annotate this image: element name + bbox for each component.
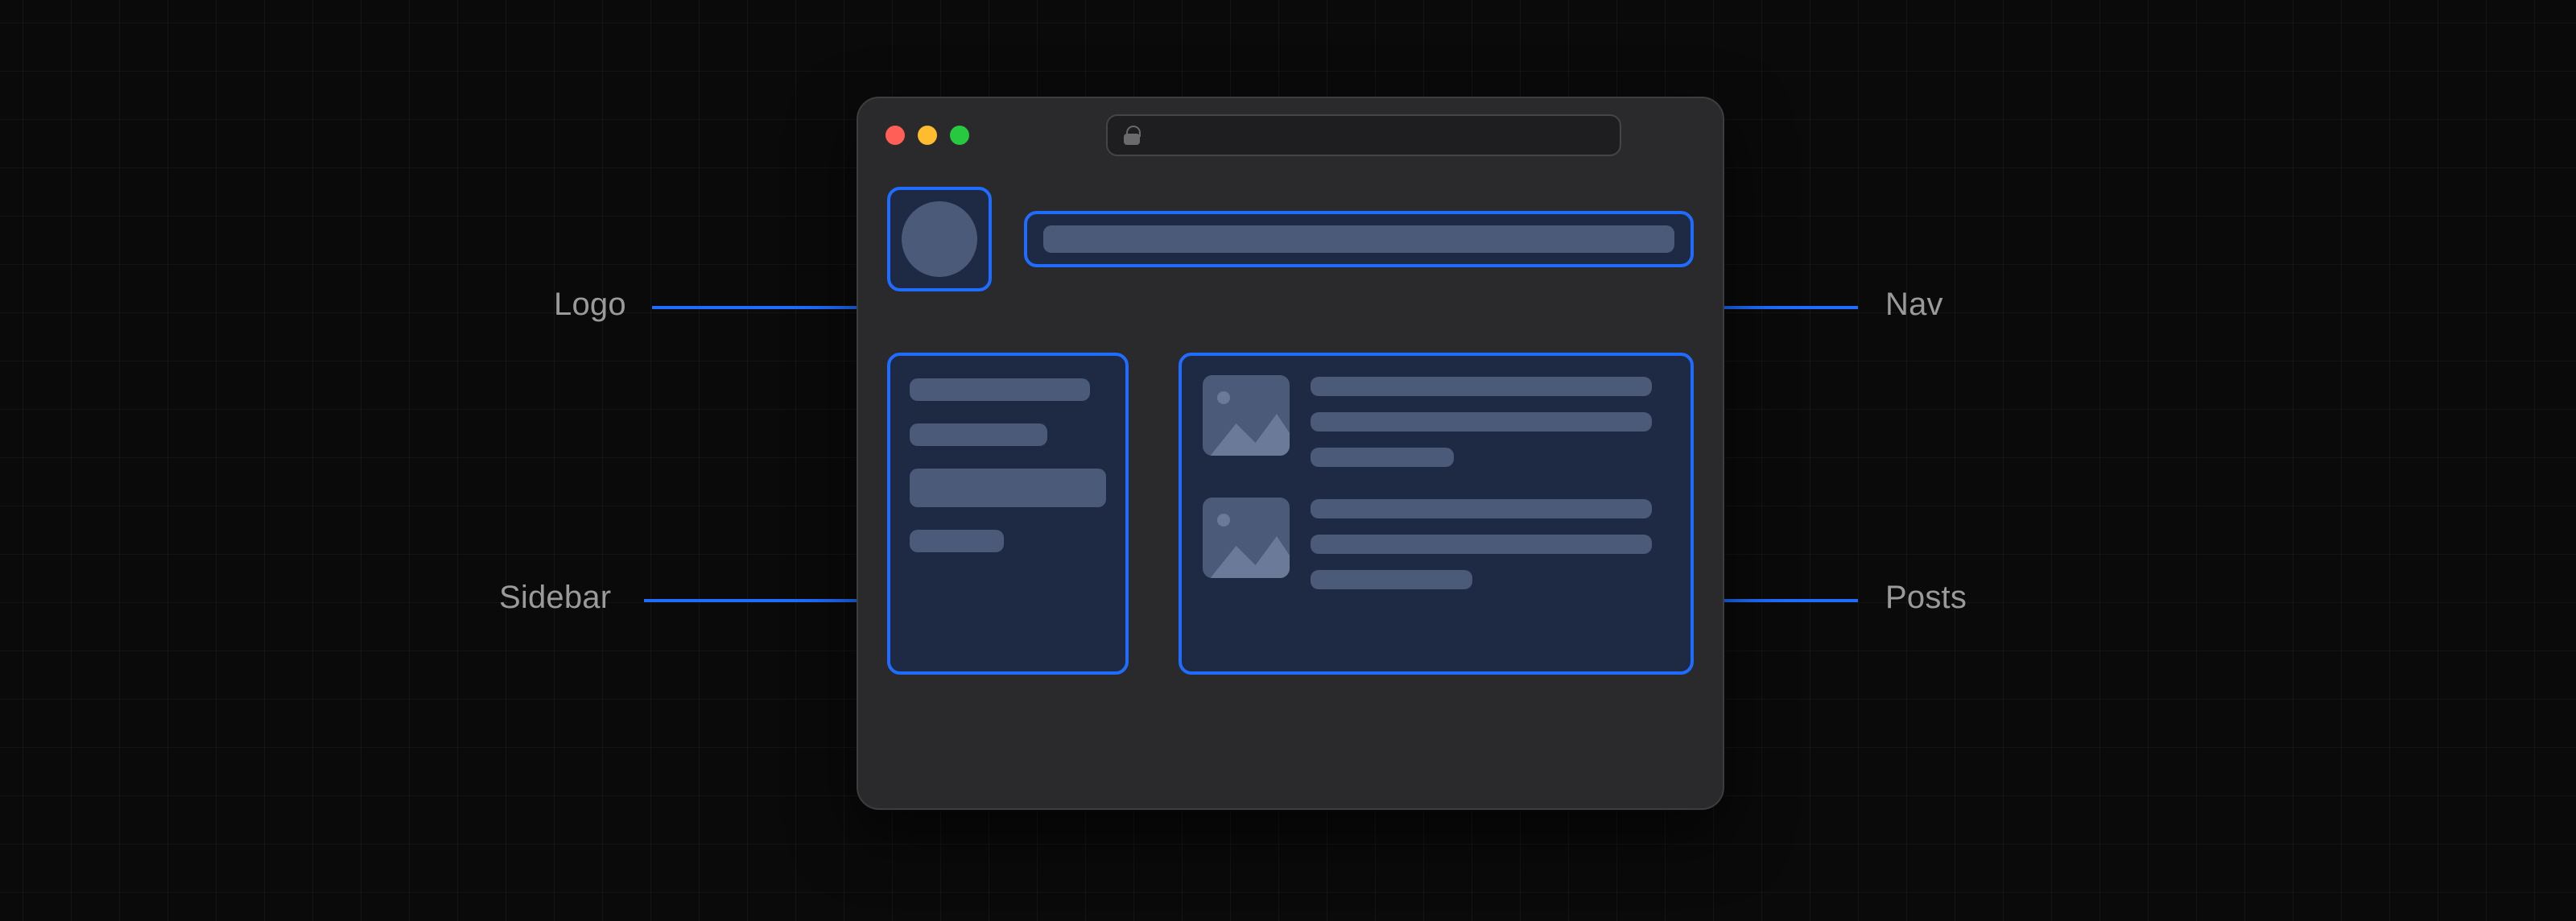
post-item [1203, 498, 1670, 589]
sidebar-region [887, 353, 1129, 675]
diagram-stage: Logo Sidebar Nav Posts [0, 0, 2576, 921]
sidebar-item-placeholder [910, 378, 1090, 401]
logo-region [887, 187, 992, 291]
nav-bar-placeholder [1043, 225, 1674, 253]
traffic-lights [886, 126, 969, 145]
sidebar-item-placeholder [910, 423, 1047, 446]
annotation-label-logo: Logo [554, 287, 626, 323]
lock-icon [1124, 126, 1140, 145]
minimize-icon[interactable] [918, 126, 937, 145]
post-text-placeholder [1311, 498, 1670, 589]
text-line-placeholder [1311, 448, 1454, 467]
nav-region [1024, 211, 1694, 267]
text-line-placeholder [1311, 377, 1652, 396]
text-line-placeholder [1311, 412, 1652, 432]
url-bar[interactable] [1106, 114, 1621, 156]
annotation-label-posts: Posts [1885, 580, 1967, 616]
posts-region [1179, 353, 1694, 675]
browser-window [857, 97, 1724, 810]
sidebar-item-placeholder [910, 530, 1004, 552]
image-placeholder-icon [1203, 375, 1290, 456]
image-placeholder-icon [1203, 498, 1290, 578]
page-content [887, 187, 1694, 779]
text-line-placeholder [1311, 535, 1652, 554]
post-item [1203, 375, 1670, 467]
text-line-placeholder [1311, 499, 1652, 518]
leader-line-sidebar [644, 599, 877, 602]
close-icon[interactable] [886, 126, 905, 145]
sidebar-item-placeholder [910, 469, 1106, 507]
annotation-label-sidebar: Sidebar [499, 580, 611, 616]
text-line-placeholder [1311, 570, 1472, 589]
logo-placeholder [902, 201, 977, 277]
window-titlebar [858, 98, 1723, 172]
annotation-label-nav: Nav [1885, 287, 1943, 323]
leader-line-logo [652, 306, 877, 309]
zoom-icon[interactable] [950, 126, 969, 145]
post-text-placeholder [1311, 375, 1670, 467]
